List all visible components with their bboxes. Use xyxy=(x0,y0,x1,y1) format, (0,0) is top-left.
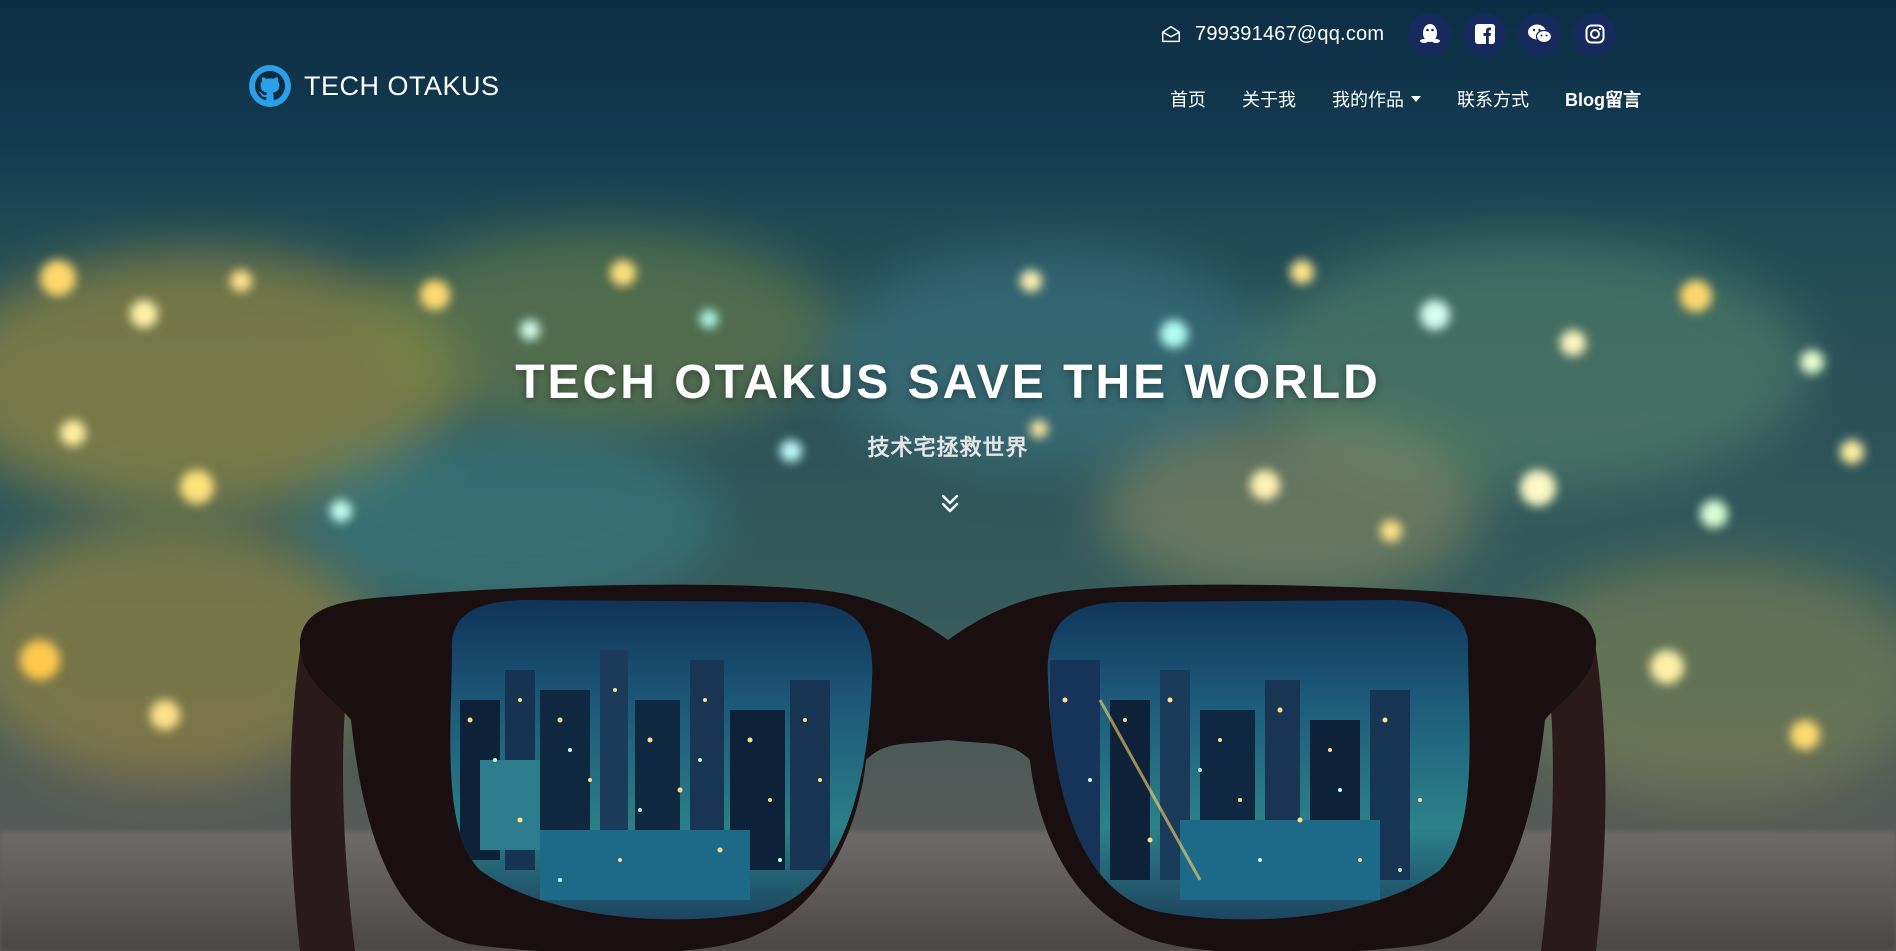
brand-name: TECH OTAKUS xyxy=(304,70,500,101)
instagram-button[interactable] xyxy=(1573,12,1617,56)
nav-item-blog[interactable]: Blog留言 xyxy=(1565,86,1641,112)
caret-down-icon xyxy=(1411,96,1421,102)
wechat-icon xyxy=(1527,24,1552,44)
facebook-button[interactable] xyxy=(1463,12,1507,56)
hero-subtitle: 技术宅拯救世界 xyxy=(867,435,1029,460)
wechat-button[interactable] xyxy=(1518,12,1562,56)
nav-item-contact[interactable]: 联系方式 xyxy=(1457,86,1529,112)
nav-item-home[interactable]: 首页 xyxy=(1170,86,1206,112)
double-chevron-down-icon[interactable] xyxy=(938,492,962,516)
email-link[interactable]: 799391467@qq.com xyxy=(1195,23,1384,46)
qq-button[interactable] xyxy=(1408,12,1452,56)
eyeglasses-image xyxy=(290,584,1606,951)
github-octocat-icon xyxy=(249,65,291,107)
nav-item-works-label: 我的作品 xyxy=(1332,90,1404,110)
nav-item-works-dropdown[interactable]: 我的作品 xyxy=(1332,86,1421,112)
nav-item-about[interactable]: 关于我 xyxy=(1242,86,1296,112)
facebook-icon xyxy=(1474,24,1495,44)
brand-link[interactable]: TECH OTAKUS xyxy=(248,64,500,108)
main-nav: 首页 关于我 我的作品 联系方式 Blog留言 xyxy=(1170,86,1641,112)
envelope-open-icon xyxy=(1162,25,1180,43)
hero-title: TECH OTAKUS SAVE THE WORLD xyxy=(515,356,1381,409)
instagram-icon xyxy=(1585,24,1605,44)
contact-bar: 799391467@qq.com xyxy=(1160,12,1617,56)
qq-penguin-icon xyxy=(1419,24,1440,43)
